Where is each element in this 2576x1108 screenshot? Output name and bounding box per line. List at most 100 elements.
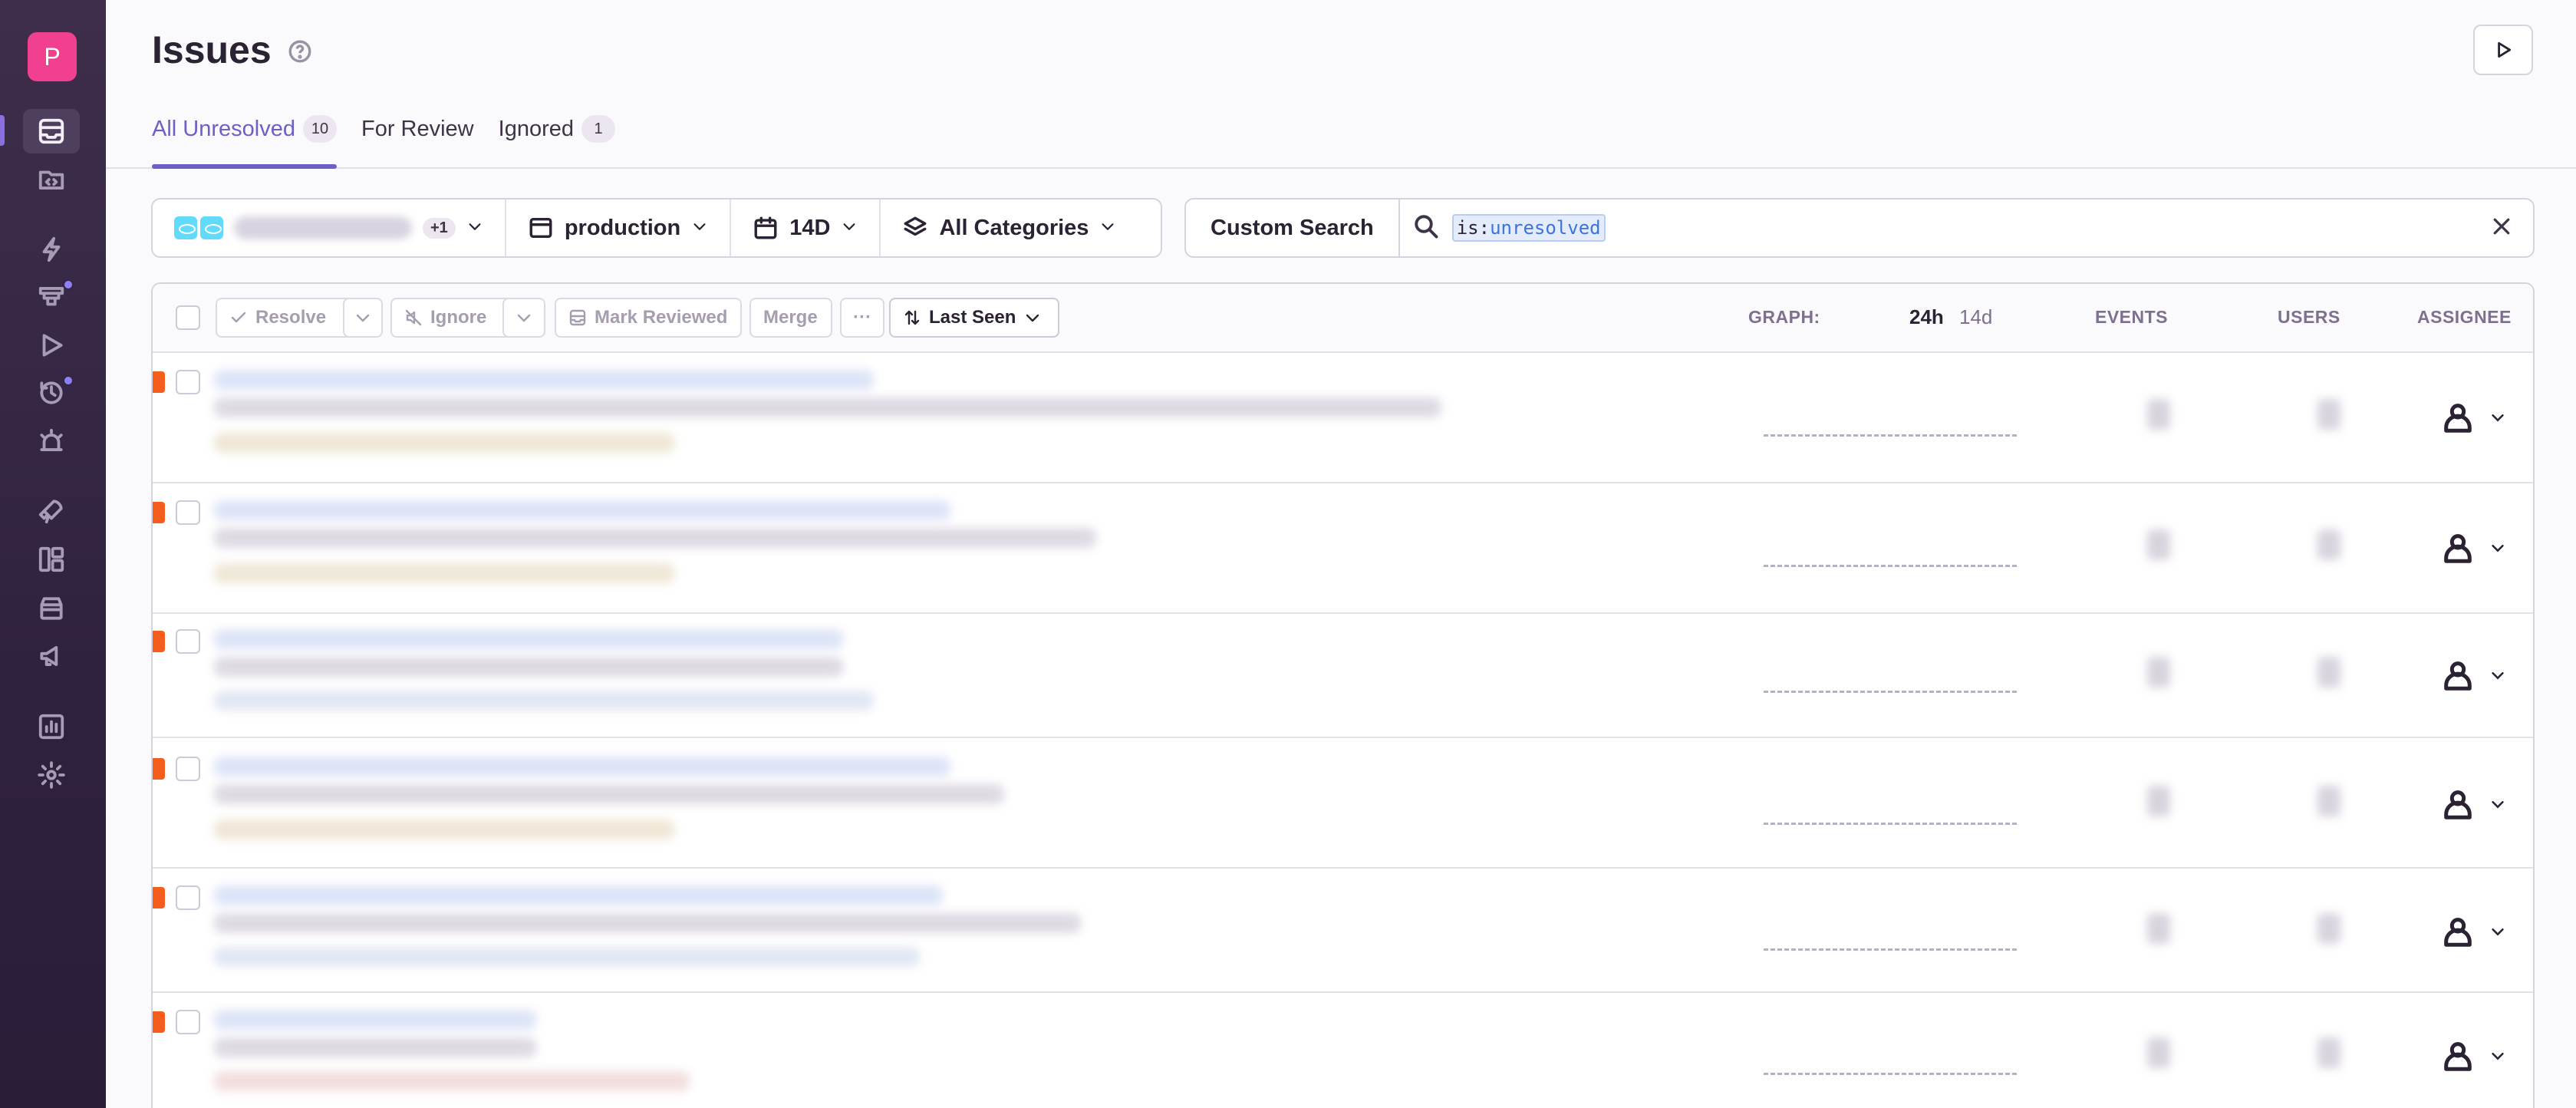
event-count-redacted: [2147, 529, 2170, 560]
chevron-down-icon: [2489, 923, 2506, 944]
table-row[interactable]: [153, 483, 2533, 614]
table-row[interactable]: [153, 738, 2533, 869]
user-icon: [2440, 914, 2476, 953]
issue-meta-redacted: [214, 1071, 690, 1091]
period-24h[interactable]: 24h: [1909, 305, 1944, 329]
event-count-redacted: [2147, 786, 2170, 816]
sidebar-item-alerts[interactable]: [23, 419, 80, 463]
user-icon: [2440, 530, 2476, 569]
tab-all-unresolved[interactable]: All Unresolved 10: [152, 115, 337, 169]
search-query-token[interactable]: is:unresolved: [1451, 214, 1606, 242]
issue-meta-redacted: [214, 819, 674, 839]
sidebar-item-dashboards[interactable]: [23, 537, 80, 582]
level-indicator: [153, 631, 165, 652]
tour-play-button[interactable]: [2473, 25, 2533, 75]
chevron-down-icon: [466, 216, 483, 241]
row-checkbox[interactable]: [176, 757, 200, 781]
table-row[interactable]: [153, 353, 2533, 483]
environment-value: production: [564, 215, 681, 240]
environment-selector[interactable]: production: [506, 200, 732, 256]
issue-tabs: All Unresolved 10 For Review Ignored 1: [152, 115, 615, 169]
sidebar-item-projects[interactable]: [23, 157, 80, 202]
sidebar-item-settings[interactable]: [23, 753, 80, 797]
table-row[interactable]: [153, 614, 2533, 738]
custom-search-button[interactable]: Custom Search: [1186, 200, 1400, 256]
calendar-icon: [754, 216, 777, 239]
level-indicator: [153, 371, 165, 393]
event-count-redacted: [2147, 657, 2170, 688]
help-icon[interactable]: [287, 38, 313, 64]
page-title: Issues: [152, 28, 272, 71]
assignee-selector[interactable]: [2440, 1034, 2525, 1080]
category-selector[interactable]: All Categories: [881, 200, 1138, 256]
sidebar-item-user-feedback[interactable]: [23, 634, 80, 678]
mute-icon: [405, 309, 422, 326]
tab-for-review[interactable]: For Review: [361, 117, 474, 169]
more-actions-button[interactable]: ···: [840, 298, 884, 338]
tab-label: For Review: [361, 117, 474, 141]
event-count-redacted: [2147, 913, 2170, 944]
tab-count: 10: [302, 115, 337, 143]
issue-message-redacted: [214, 397, 1441, 417]
siren-icon: [40, 428, 63, 451]
trend-graph: [1764, 565, 2017, 567]
sidebar-item-performance[interactable]: [23, 227, 80, 272]
issues-table: Resolve Ignore Mark Reviewed Merge ··· L…: [151, 282, 2535, 1108]
sidebar-item-issues[interactable]: [23, 109, 80, 153]
user-count-redacted: [2317, 399, 2340, 430]
resolve-dropdown-button[interactable]: [343, 298, 383, 338]
close-icon[interactable]: [2490, 215, 2518, 242]
ignore-dropdown-button[interactable]: [502, 298, 545, 338]
trend-graph: [1764, 948, 2017, 951]
period-14d[interactable]: 14d: [1959, 305, 1992, 329]
org-avatar[interactable]: P: [28, 32, 77, 81]
trend-graph: [1764, 691, 2017, 693]
assignee-selector[interactable]: [2440, 526, 2525, 572]
assignee-selector[interactable]: [2440, 783, 2525, 829]
assignee-selector[interactable]: [2440, 396, 2525, 442]
project-selector[interactable]: +1: [153, 200, 506, 256]
select-all-checkbox[interactable]: [176, 305, 200, 330]
issue-message-redacted: [214, 913, 1081, 933]
graph-label: GRAPH:: [1748, 307, 1820, 327]
chevron-down-icon: [2489, 796, 2506, 816]
user-icon: [2440, 658, 2476, 697]
issue-title-redacted: [214, 757, 950, 777]
ignore-button[interactable]: Ignore: [390, 298, 513, 338]
table-header: Resolve Ignore Mark Reviewed Merge ··· L…: [153, 284, 2533, 353]
row-checkbox[interactable]: [176, 885, 200, 910]
users-column-header: USERS: [2278, 307, 2340, 327]
sort-button[interactable]: Last Seen: [889, 298, 1059, 338]
issue-title-redacted: [214, 629, 843, 649]
trend-graph: [1764, 823, 2017, 825]
assignee-selector[interactable]: [2440, 654, 2525, 700]
table-row[interactable]: [153, 869, 2533, 993]
sidebar-item-releases[interactable]: [23, 489, 80, 533]
sidebar-item-replays[interactable]: [23, 323, 80, 368]
project-extra-count: +1: [423, 217, 456, 239]
mark-reviewed-button[interactable]: Mark Reviewed: [555, 298, 742, 338]
row-checkbox[interactable]: [176, 370, 200, 394]
play-icon: [2498, 41, 2512, 58]
row-checkbox[interactable]: [176, 629, 200, 654]
table-row[interactable]: [153, 993, 2533, 1108]
row-checkbox[interactable]: [176, 500, 200, 525]
query-value: unresolved: [1490, 217, 1601, 239]
tab-ignored[interactable]: Ignored 1: [498, 115, 615, 169]
assignee-selector[interactable]: [2440, 910, 2525, 956]
window-icon: [529, 217, 552, 239]
lightning-icon: [42, 236, 61, 262]
row-checkbox[interactable]: [176, 1010, 200, 1034]
tab-label: Ignored: [498, 117, 574, 141]
user-count-redacted: [2317, 786, 2340, 816]
user-count-redacted: [2317, 529, 2340, 560]
tab-count: 1: [581, 115, 615, 143]
level-indicator: [153, 502, 165, 523]
megaphone-icon: [40, 646, 58, 666]
merge-button[interactable]: Merge: [749, 298, 832, 338]
sidebar-item-discover[interactable]: [23, 586, 80, 631]
date-range-selector[interactable]: 14D: [731, 200, 881, 256]
sidebar-item-stats[interactable]: [23, 704, 80, 749]
date-range-value: 14D: [789, 215, 831, 240]
issue-message-redacted: [214, 1037, 536, 1057]
